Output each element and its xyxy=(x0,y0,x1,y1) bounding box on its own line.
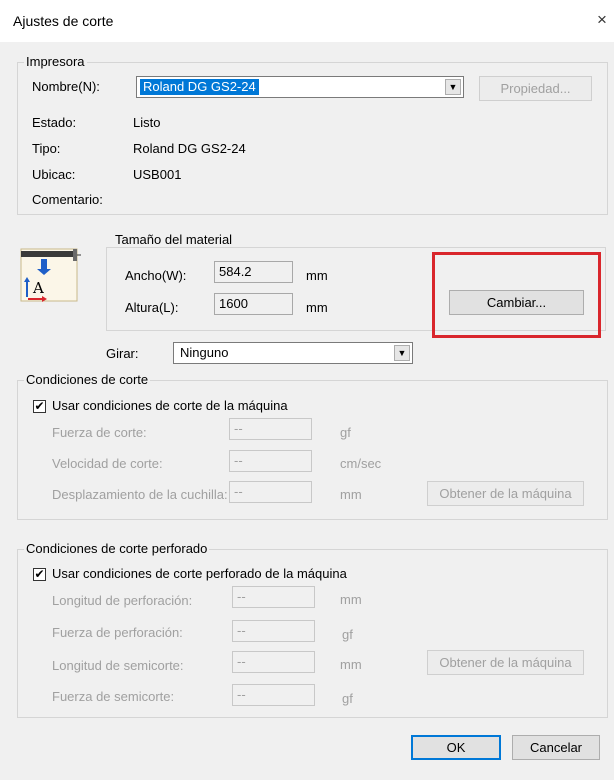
width-field[interactable]: 584.2 xyxy=(214,261,293,283)
cut-speed-unit: cm/sec xyxy=(340,456,382,471)
blade-offset-label: Desplazamiento de la cuchilla: xyxy=(52,487,228,502)
half-force-field[interactable]: -- xyxy=(232,684,315,706)
cut-speed-field[interactable]: -- xyxy=(229,450,312,472)
location-value: USB001 xyxy=(133,167,182,182)
height-field[interactable]: 1600 xyxy=(214,293,293,315)
cancel-button[interactable]: Cancelar xyxy=(512,735,600,760)
get-from-machine-perf-button[interactable]: Obtener de la máquina xyxy=(427,650,584,675)
rotate-combo[interactable]: Ninguno ▼ xyxy=(173,342,413,364)
cut-conditions-group-label: Condiciones de corte xyxy=(24,372,151,387)
use-machine-cut-checkbox[interactable]: ✔ xyxy=(33,400,46,413)
cut-settings-dialog: Ajustes de corte × Impresora Nombre(N): … xyxy=(0,0,614,780)
perf-length-field[interactable]: -- xyxy=(232,586,315,608)
type-label: Tipo: xyxy=(32,141,61,156)
cut-speed-label: Velocidad de corte: xyxy=(52,456,163,471)
blade-offset-unit: mm xyxy=(340,487,362,502)
location-label: Ubicac: xyxy=(32,167,76,182)
height-label: Altura(L): xyxy=(125,300,179,315)
perf-force-label: Fuerza de perforación: xyxy=(52,625,183,640)
status-label: Estado: xyxy=(32,115,77,130)
comment-label: Comentario: xyxy=(32,192,103,207)
use-machine-perf-checkbox[interactable]: ✔ xyxy=(33,568,46,581)
property-button[interactable]: Propiedad... xyxy=(479,76,592,101)
rotate-value: Ninguno xyxy=(180,345,229,360)
printer-name-combo[interactable]: Roland DG GS2-24 ▼ xyxy=(136,76,464,98)
get-from-machine-cut-button[interactable]: Obtener de la máquina xyxy=(427,481,584,506)
printer-name-value: Roland DG GS2-24 xyxy=(140,79,259,95)
perf-length-unit: mm xyxy=(340,592,362,607)
svg-text:A: A xyxy=(32,279,44,297)
use-machine-cut-label[interactable]: Usar condiciones de corte de la máquina xyxy=(52,398,288,413)
cut-force-label: Fuerza de corte: xyxy=(52,425,147,440)
cut-force-unit: gf xyxy=(340,425,351,440)
blade-offset-field[interactable]: -- xyxy=(229,481,312,503)
cut-force-field[interactable]: -- xyxy=(229,418,312,440)
half-length-unit: mm xyxy=(340,657,362,672)
close-icon[interactable]: × xyxy=(597,10,607,30)
half-force-label: Fuerza de semicorte: xyxy=(52,689,175,704)
perf-conditions-group-label: Condiciones de corte perforado xyxy=(24,541,210,556)
type-value: Roland DG GS2-24 xyxy=(133,141,246,156)
width-label: Ancho(W): xyxy=(125,268,187,283)
chevron-down-icon[interactable]: ▼ xyxy=(394,345,410,361)
material-size-group-label: Tamaño del material xyxy=(113,232,235,247)
half-length-label: Longitud de semicorte: xyxy=(52,658,184,673)
half-force-unit: gf xyxy=(342,691,353,706)
material-orientation-icon: A xyxy=(20,248,81,302)
ok-button[interactable]: OK xyxy=(411,735,501,760)
dialog-title: Ajustes de corte xyxy=(13,13,114,29)
printer-group-label: Impresora xyxy=(24,54,87,69)
chevron-down-icon[interactable]: ▼ xyxy=(445,79,461,95)
highlight-box xyxy=(432,252,601,338)
width-unit: mm xyxy=(306,268,328,283)
perf-length-label: Longitud de perforación: xyxy=(52,593,193,608)
printer-name-label: Nombre(N): xyxy=(32,79,100,94)
use-machine-perf-label[interactable]: Usar condiciones de corte perforado de l… xyxy=(52,566,347,581)
half-length-field[interactable]: -- xyxy=(232,651,315,673)
status-value: Listo xyxy=(133,115,161,130)
height-unit: mm xyxy=(306,300,328,315)
perf-force-field[interactable]: -- xyxy=(232,620,315,642)
rotate-label: Girar: xyxy=(106,346,139,361)
perf-force-unit: gf xyxy=(342,627,353,642)
